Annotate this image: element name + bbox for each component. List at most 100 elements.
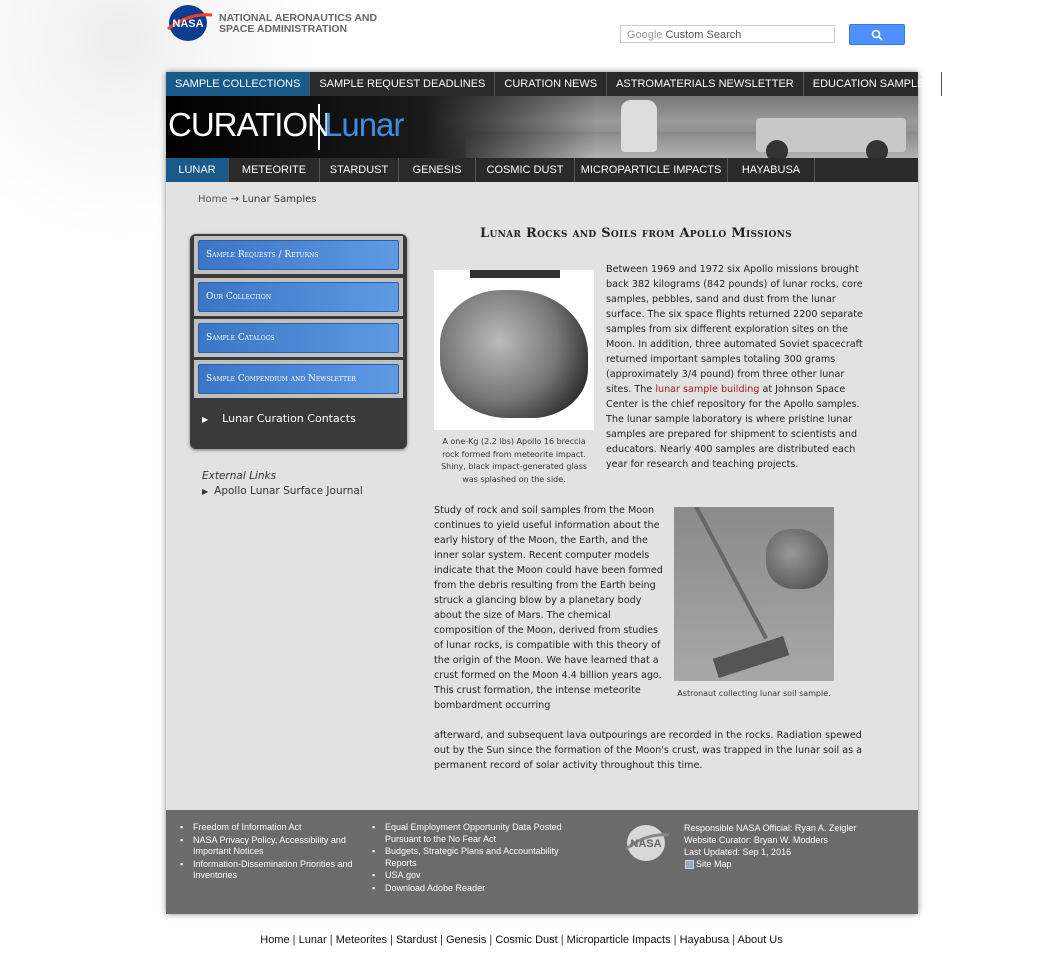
separator: | [560, 934, 564, 946]
tab-cosmic-dust[interactable]: Cosmic Dust [476, 158, 575, 182]
sidebar-contacts-label: Lunar Curation Contacts [222, 412, 356, 425]
external-link-item[interactable]: ▶ Apollo Lunar Surface Journal [202, 485, 363, 497]
svg-text:NASA: NASA [630, 838, 661, 850]
banner-title-lunar: Lunar [324, 106, 404, 143]
bottom-nav-stardust[interactable]: Stardust [396, 934, 437, 946]
intro-text-a: Between 1969 and 1972 six Apollo mission… [606, 264, 863, 395]
sidebar-item-our-collection: Our Collection [194, 278, 403, 316]
breadcrumb: Home → Lunar Samples [198, 194, 317, 205]
collection-nav: Lunar Meteorite Stardust Genesis Cosmic … [166, 158, 918, 182]
triangle-right-icon: ▶ [202, 415, 209, 424]
footer-link[interactable]: Download Adobe Reader [372, 883, 562, 895]
bottom-nav-home[interactable]: Home [260, 934, 289, 946]
search-button[interactable] [849, 24, 905, 45]
study-paragraph-continued: afterward, and subsequent lava outpourin… [434, 730, 863, 771]
banner-divider [318, 104, 320, 150]
separator: | [329, 934, 333, 946]
tab-genesis[interactable]: Genesis [399, 158, 476, 182]
rock-shape [440, 290, 588, 418]
footer: Freedom of Information Act NASA Privacy … [166, 810, 918, 914]
sidebar-button-sample-compendium[interactable]: Sample Compendium and Newsletter [198, 364, 399, 394]
breadcrumb-home[interactable]: Home [198, 194, 228, 205]
rake-handle [694, 507, 768, 640]
top-nav-nasa-ares[interactable]: NASA/ARES [942, 72, 1028, 96]
nasa-logo[interactable]: NASA [166, 3, 214, 43]
sidebar-item-sample-compendium: Sample Compendium and Newsletter [194, 360, 403, 398]
rover-wheel [766, 140, 788, 158]
separator: | [440, 934, 443, 946]
separator: | [489, 934, 493, 946]
bottom-nav-cosmic-dust[interactable]: Cosmic Dust [495, 934, 557, 946]
tab-hayabusa[interactable]: Hayabusa [728, 158, 815, 182]
svg-text:NASA: NASA [172, 18, 203, 30]
website-curator: Website Curator: Bryan W. Modders [684, 835, 828, 845]
search-brand: Google [627, 29, 663, 41]
separator: | [732, 934, 736, 946]
lunar-sample-building-link[interactable]: lunar sample building [655, 384, 759, 395]
tab-lunar[interactable]: Lunar [166, 158, 229, 182]
external-links-title: External Links [202, 470, 277, 482]
top-nav: Sample Collections Sample Request Deadli… [166, 72, 1014, 96]
study-paragraph: Study of rock and soil samples from the … [434, 505, 663, 711]
astronaut-soil-image [674, 507, 834, 681]
boulder-shape [766, 529, 828, 589]
footer-link[interactable]: NASA Privacy Policy, Accessibility and I… [180, 835, 360, 858]
footer-link[interactable]: Information-Dissemination Priorities and… [180, 859, 360, 882]
external-link-label: Apollo Lunar Surface Journal [214, 485, 363, 497]
search-input[interactable]: Google Custom Search [620, 25, 835, 43]
bottom-nav: Home | Lunar | Meteorites | Stardust | G… [0, 934, 1043, 946]
rake-head [712, 636, 790, 678]
sidebar-button-our-collection[interactable]: Our Collection [198, 282, 399, 312]
sidebar-item-contacts[interactable]: ▶ Lunar Curation Contacts [202, 412, 356, 425]
separator: | [390, 934, 393, 946]
bottom-nav-meteorites[interactable]: Meteorites [336, 934, 387, 946]
external-links: External Links ▶ Apollo Lunar Surface Jou… [202, 470, 363, 497]
last-updated: Last Updated: Sep 1, 2016 [684, 847, 792, 857]
banner-title-curation: CURATION [168, 106, 331, 143]
sidebar-button-sample-requests[interactable]: Sample Requests / Returns [198, 240, 399, 270]
sidebar-button-sample-catalogs[interactable]: Sample Catalogs [198, 323, 399, 353]
search-placeholder: Custom Search [665, 29, 742, 41]
site-header: NASA NATIONAL AERONAUTICS AND SPACE ADMI… [0, 0, 1043, 70]
page-title: Lunar Rocks and Soils from Apollo Missio… [480, 226, 792, 241]
separator: | [673, 934, 677, 946]
top-nav-sample-collections[interactable]: Sample Collections [166, 72, 311, 96]
bottom-nav-hayabusa[interactable]: Hayabusa [680, 934, 730, 946]
tab-meteorite[interactable]: Meteorite [229, 158, 320, 182]
tab-microparticle-impacts[interactable]: Microparticle Impacts [575, 158, 728, 182]
breadcrumb-arrow: → [230, 194, 240, 205]
image-caption: A one-Kg (2.2 lbs) Apollo 16 breccia roc… [441, 437, 587, 484]
nasa-footer-logo: NASA [624, 822, 670, 864]
intro-text-b: at Johnson Space Center is the chief rep… [606, 384, 860, 470]
top-nav-sample-request-deadlines[interactable]: Sample Request Deadlines [310, 72, 496, 96]
bottom-nav-genesis[interactable]: Genesis [446, 934, 486, 946]
site-map-link[interactable]: Site Map [684, 858, 856, 870]
tab-stardust[interactable]: Stardust [320, 158, 399, 182]
agency-line-2: SPACE ADMINISTRATION [219, 23, 348, 35]
separator: | [292, 934, 296, 946]
intro-paragraph: Between 1969 and 1972 six Apollo mission… [606, 262, 868, 472]
rover-wheel [866, 140, 888, 158]
footer-link[interactable]: USA.gov [372, 870, 562, 882]
bottom-nav-about-us[interactable]: About Us [738, 934, 783, 946]
breadcrumb-current: Lunar Samples [242, 194, 317, 205]
page-frame: Sample Collections Sample Request Deadli… [166, 72, 1014, 914]
footer-links-column-2: Equal Employment Opportunity Data Posted… [372, 822, 562, 895]
footer-link[interactable]: Budgets, Strategic Plans and Accountabil… [372, 846, 562, 869]
banner: CURATION Lunar [166, 96, 918, 158]
top-nav-education-samples[interactable]: Education Samples [804, 72, 942, 96]
bottom-nav-lunar[interactable]: Lunar [299, 934, 327, 946]
image-caption: Astronaut collecting lunar soil sample. [677, 689, 831, 698]
footer-meta: Responsible NASA Official: Ryan A. Zeigl… [684, 822, 856, 870]
sidebar-menu: Sample Requests / Returns Our Collection… [190, 234, 407, 449]
triangle-right-icon: ▶ [202, 487, 209, 496]
top-nav-curation-news[interactable]: Curation News [495, 72, 608, 96]
top-nav-astromaterials-newsletter[interactable]: Astromaterials Newsletter [607, 72, 804, 96]
bottom-nav-microparticle-impacts[interactable]: Microparticle Impacts [567, 934, 671, 946]
agency-name: NATIONAL AERONAUTICS AND SPACE ADMINISTR… [219, 13, 377, 35]
footer-link[interactable]: Freedom of Information Act [180, 822, 360, 834]
breccia-rock-image [434, 270, 594, 430]
sidebar-item-sample-catalogs: Sample Catalogs [194, 319, 403, 357]
footer-links-column-1: Freedom of Information Act NASA Privacy … [180, 822, 360, 883]
footer-link[interactable]: Equal Employment Opportunity Data Posted… [372, 822, 562, 845]
